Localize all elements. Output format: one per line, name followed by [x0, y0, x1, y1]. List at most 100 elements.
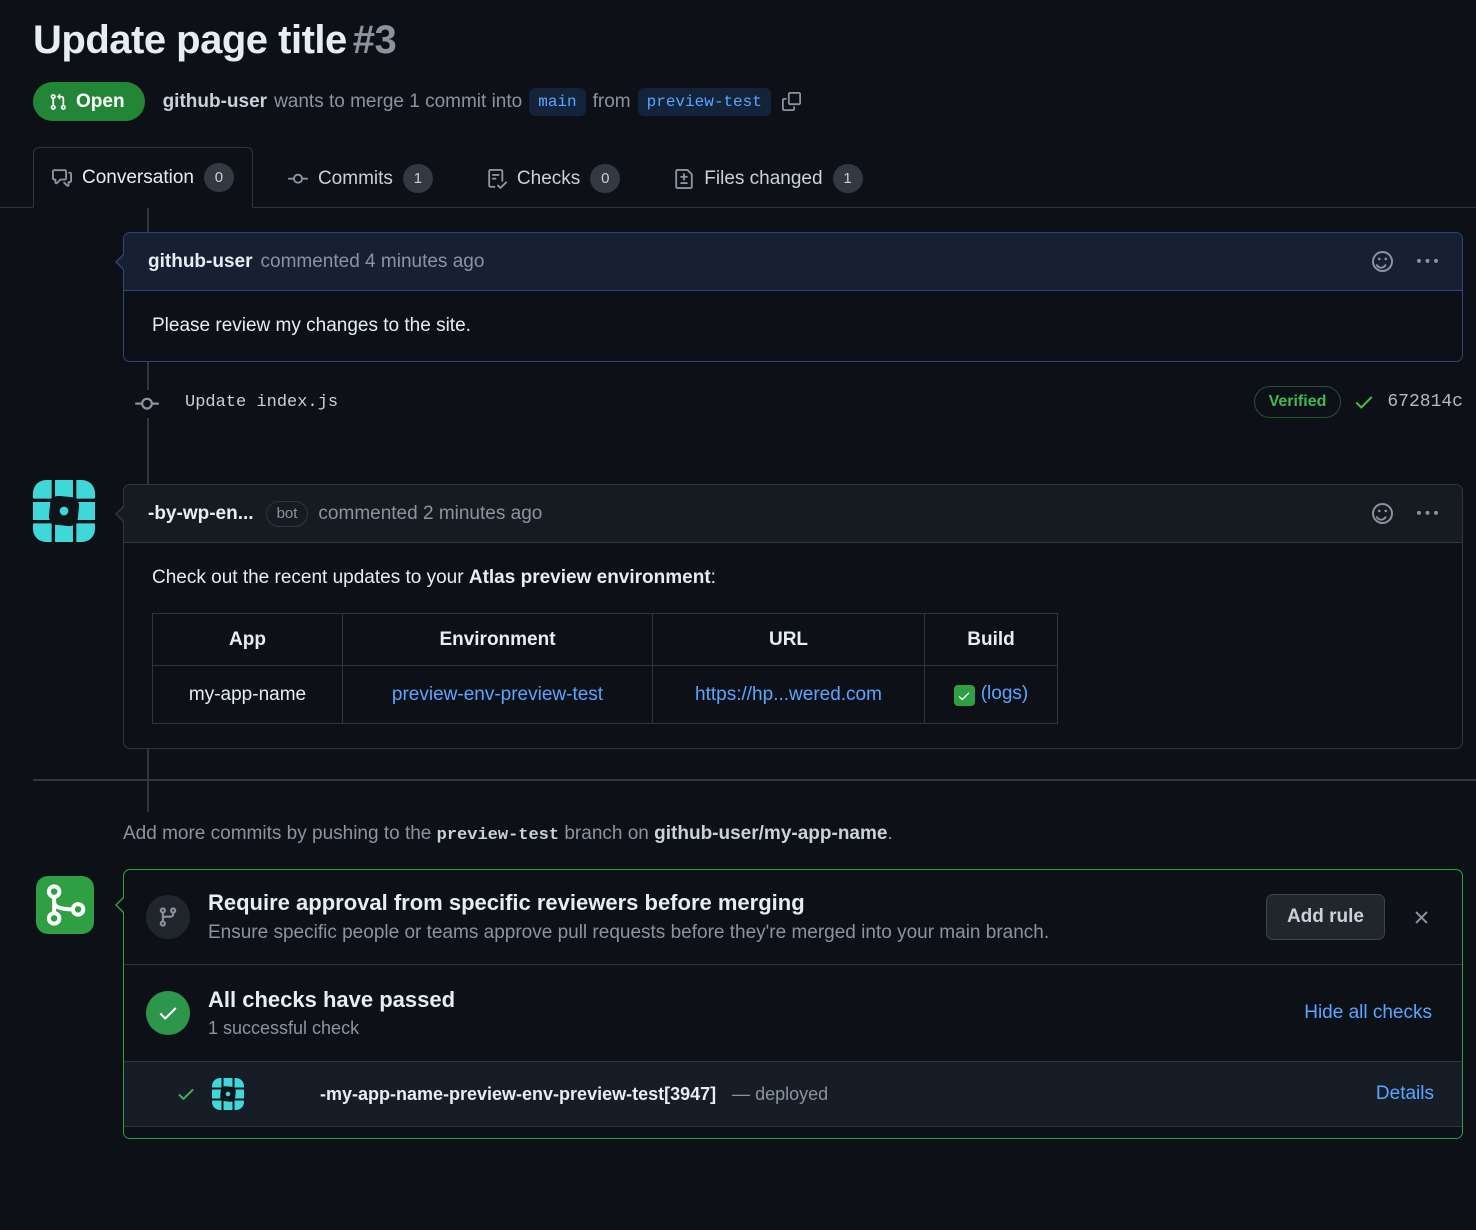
bot-badge: bot	[266, 501, 309, 527]
environment-link[interactable]: preview-env-preview-test	[392, 684, 603, 705]
hide-all-checks-link[interactable]: Hide all checks	[1304, 1002, 1440, 1024]
tab-files-changed[interactable]: Files changed 1	[655, 148, 881, 208]
add-rule-button[interactable]: Add rule	[1266, 894, 1385, 940]
bot-comment-wrap: -by-wp-en... bot commented 2 minutes ago…	[0, 484, 1476, 749]
github-actions-avatar	[36, 876, 94, 934]
bot-comment-header: -by-wp-en... bot commented 2 minutes ago	[124, 485, 1462, 543]
col-header-app: App	[153, 614, 343, 666]
environment-table: App Environment URL Build my-app-name pr…	[152, 613, 1058, 724]
checks-summary-section: All checks have passed 1 successful chec…	[124, 964, 1462, 1061]
pr-header: Update page title#3 Open github-user wan…	[0, 0, 1476, 121]
rule-text: Require approval from specific reviewers…	[208, 890, 1246, 944]
check-details-link[interactable]: Details	[1376, 1083, 1440, 1105]
check-icon	[1353, 391, 1375, 413]
commit-event-row: Update index.js Verified 672814c	[123, 374, 1463, 430]
emoji-reaction-button[interactable]	[1372, 503, 1393, 524]
pr-author[interactable]: github-user	[163, 91, 268, 113]
user-comment-header: github-user commented 4 minutes ago	[124, 233, 1462, 291]
comment-meta: commented 4 minutes ago	[261, 251, 485, 273]
commit-meta: Verified 672814c	[1254, 386, 1463, 417]
user-comment: github-user commented 4 minutes ago Plea…	[123, 232, 1463, 362]
bot-comment-meta: commented 2 minutes ago	[318, 503, 542, 525]
timeline-divider	[33, 779, 1476, 781]
pr-state-label: Open	[76, 92, 125, 111]
checks-title: All checks have passed	[208, 987, 1284, 1013]
checks-passed-icon	[146, 991, 190, 1035]
push-note-repo: github-user/my-app-name	[654, 823, 887, 844]
tab-commits-count: 1	[403, 164, 433, 193]
tab-files-count: 1	[833, 164, 863, 193]
tab-conversation[interactable]: Conversation 0	[33, 147, 253, 208]
url-link[interactable]: https://hp...wered.com	[695, 684, 882, 705]
bot-comment: -by-wp-en... bot commented 2 minutes ago…	[123, 484, 1463, 749]
pr-status-row: Open github-user wants to merge 1 commit…	[33, 82, 1443, 121]
push-note: Add more commits by pushing to the previ…	[123, 823, 1463, 845]
comment-menu-button[interactable]	[1417, 503, 1438, 524]
base-branch-label[interactable]: main	[529, 88, 585, 116]
build-success-emoji	[954, 685, 975, 706]
git-commit-icon	[135, 390, 159, 418]
rule-description: Ensure specific people or teams approve …	[208, 922, 1246, 944]
check-success-icon	[176, 1084, 196, 1104]
tab-files-label: Files changed	[704, 168, 822, 190]
checks-subtitle: 1 successful check	[208, 1018, 1284, 1039]
copy-branch-button[interactable]	[782, 92, 801, 111]
tab-conversation-label: Conversation	[82, 167, 194, 189]
pr-tab-bar: Conversation 0 Commits 1 Checks 0 Files …	[0, 147, 1476, 208]
tab-conversation-count: 0	[204, 163, 234, 192]
merge-box-wrap: Require approval from specific reviewers…	[0, 869, 1476, 1139]
pr-number: #3	[353, 18, 397, 62]
rule-actions: Add rule	[1266, 894, 1440, 940]
pr-open-badge: Open	[33, 82, 145, 121]
tab-checks[interactable]: Checks 0	[468, 148, 639, 208]
kebab-icon	[1417, 251, 1438, 272]
user-comment-body: Please review my changes to the site.	[124, 291, 1462, 361]
git-branch-icon	[146, 895, 190, 939]
check-row: -my-app-name-preview-env-preview-test[39…	[124, 1061, 1462, 1126]
table-header-row: App Environment URL Build	[153, 614, 1058, 666]
table-row: my-app-name preview-env-preview-test htt…	[153, 666, 1058, 724]
comment-actions	[1372, 251, 1444, 272]
bot-avatar[interactable]	[33, 480, 95, 542]
tab-commits[interactable]: Commits 1	[269, 148, 452, 208]
tab-commits-label: Commits	[318, 168, 393, 190]
commit-message[interactable]: Update index.js	[185, 393, 338, 412]
branch-rule-section: Require approval from specific reviewers…	[124, 870, 1462, 964]
build-logs-link[interactable]: (logs)	[981, 683, 1029, 704]
bot-intro-text: Check out the recent updates to your Atl…	[152, 567, 1434, 589]
bot-intro-bold: Atlas preview environment	[469, 567, 711, 588]
check-status: — deployed	[732, 1084, 828, 1105]
pr-action-text: wants to merge 1 commit into	[274, 91, 522, 113]
dismiss-rule-button[interactable]	[1411, 907, 1432, 928]
emoji-reaction-button[interactable]	[1372, 251, 1393, 272]
col-header-url: URL	[653, 614, 925, 666]
smiley-icon	[1372, 251, 1393, 272]
merge-box-caret	[115, 896, 124, 914]
cell-app-name: my-app-name	[153, 666, 343, 724]
comment-author[interactable]: github-user	[148, 251, 253, 273]
rule-title: Require approval from specific reviewers…	[208, 890, 1246, 916]
smiley-icon	[1372, 503, 1393, 524]
close-icon	[1411, 907, 1432, 928]
pr-timeline: github-user commented 4 minutes ago Plea…	[0, 208, 1476, 781]
head-branch-label[interactable]: preview-test	[638, 88, 771, 116]
tab-checks-count: 0	[590, 164, 620, 193]
pr-title-text: Update page title	[33, 18, 347, 62]
copy-icon	[782, 92, 801, 111]
pr-merge-summary: github-user wants to merge 1 commit into…	[163, 88, 801, 116]
from-word: from	[593, 91, 631, 113]
page-title: Update page title#3	[33, 14, 1443, 66]
check-name: -my-app-name-preview-env-preview-test[39…	[320, 1084, 716, 1105]
col-header-environment: Environment	[343, 614, 653, 666]
merge-box: Require approval from specific reviewers…	[123, 869, 1463, 1139]
comment-caret	[115, 253, 124, 271]
verified-badge[interactable]: Verified	[1254, 386, 1342, 417]
pull-request-icon	[49, 93, 67, 111]
git-commit-icon	[288, 169, 308, 189]
merge-box-bottom	[124, 1126, 1462, 1138]
commit-sha[interactable]: 672814c	[1387, 392, 1463, 412]
comment-menu-button[interactable]	[1417, 251, 1438, 272]
bot-author[interactable]: -by-wp-en...	[148, 503, 254, 525]
col-header-build: Build	[925, 614, 1058, 666]
bot-comment-actions	[1372, 503, 1444, 524]
